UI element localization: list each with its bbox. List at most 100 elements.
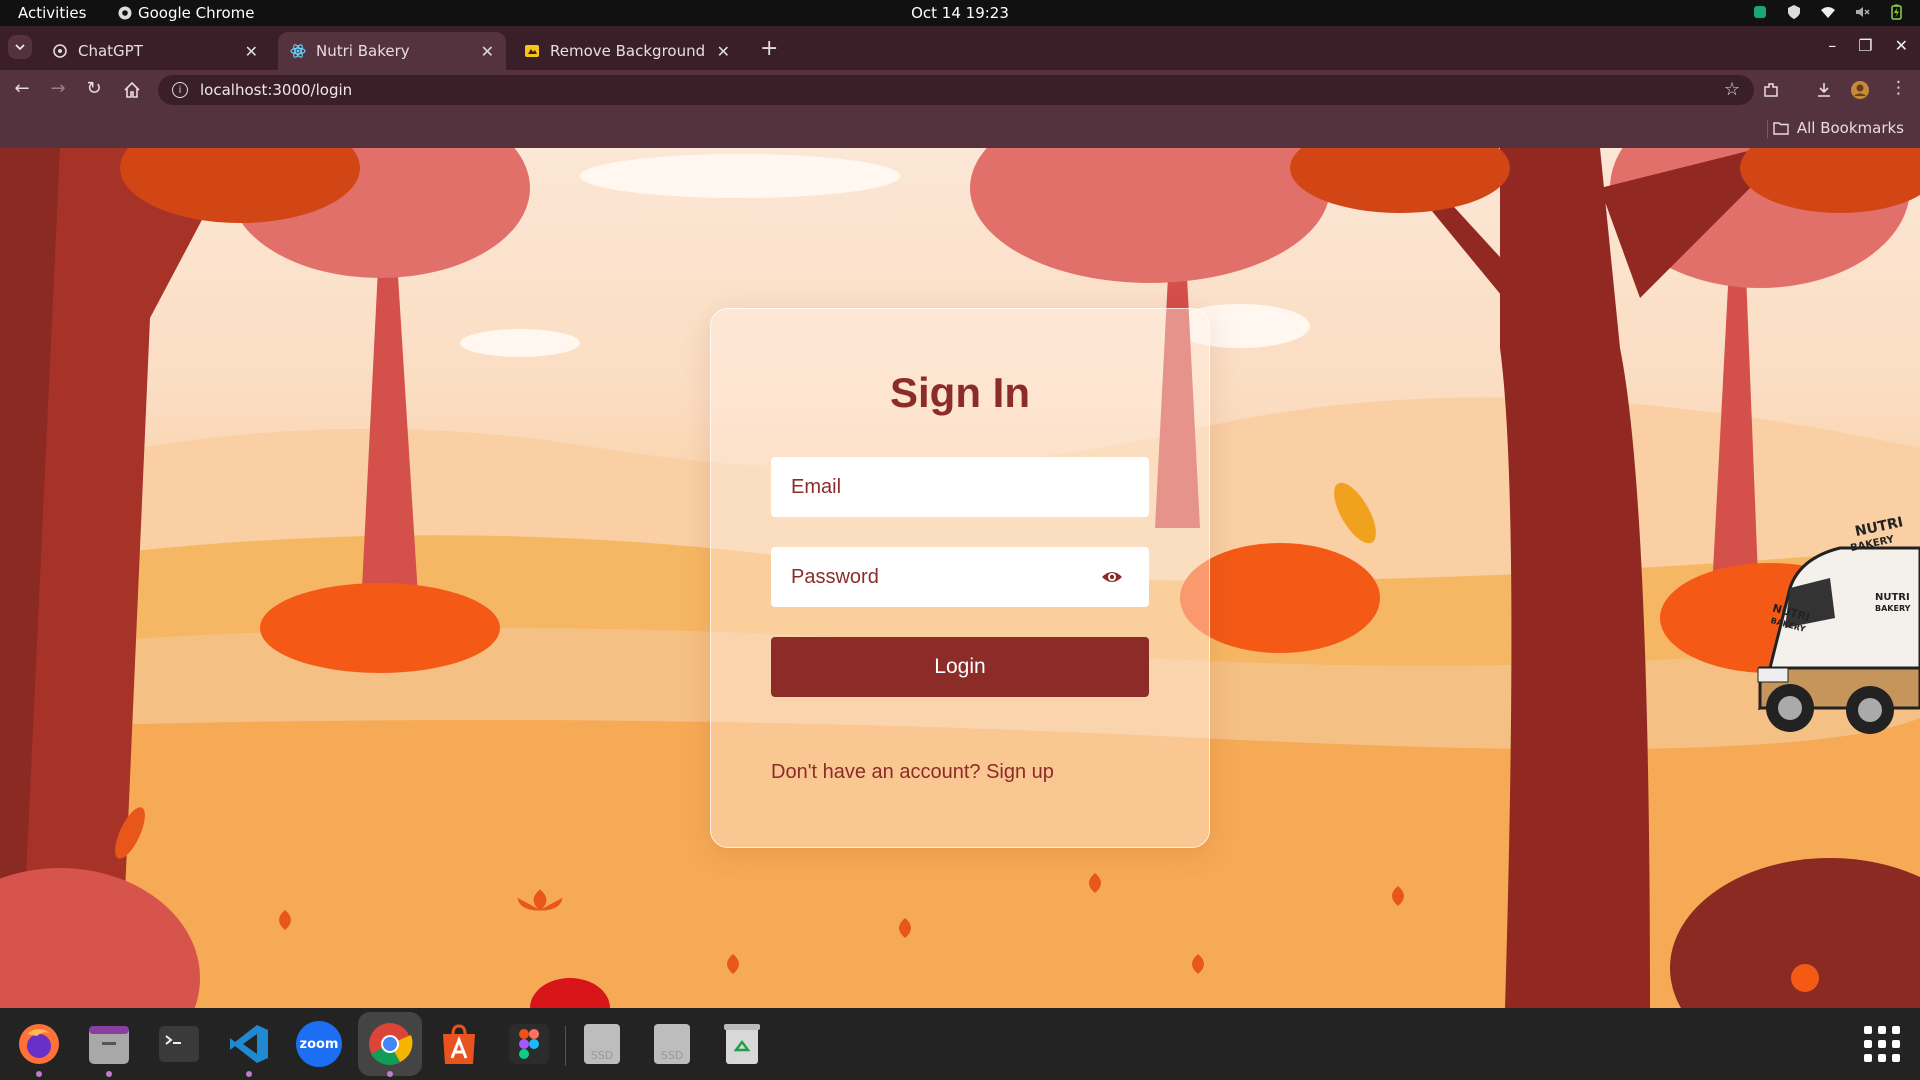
address-bar[interactable]: i localhost:3000/login ☆ <box>158 75 1754 105</box>
signup-link[interactable]: Sign up <box>986 761 1054 783</box>
password-field[interactable] <box>771 547 1149 607</box>
dock-app-center[interactable] <box>435 1020 483 1068</box>
profile-avatar[interactable] <box>1850 80 1870 100</box>
terminal-icon <box>159 1026 199 1062</box>
battery-charging-icon[interactable] <box>1888 4 1904 20</box>
tree-canopy <box>970 148 1330 283</box>
signup-prompt-text: Don't have an account? <box>771 761 987 783</box>
app-name-label: Google Chrome <box>138 4 255 22</box>
close-window-icon[interactable]: ✕ <box>1895 36 1908 55</box>
bookmark-star-icon[interactable]: ☆ <box>1724 79 1740 100</box>
figma-icon <box>509 1024 549 1064</box>
app-menu[interactable]: Google Chrome <box>118 4 255 22</box>
url-text[interactable]: localhost:3000/login <box>200 81 352 99</box>
van-brand-text-rear: NUTRI <box>1875 592 1910 603</box>
sign-in-card: Sign In Login Don't have an account? Sig… <box>710 308 1210 848</box>
dock-zoom[interactable]: zoom <box>295 1020 343 1068</box>
extensions-icon[interactable] <box>1762 81 1780 99</box>
tab-nutri-bakery[interactable]: Nutri Bakery ✕ <box>278 32 506 70</box>
download-icon[interactable] <box>1815 81 1833 99</box>
email-field[interactable] <box>771 457 1149 517</box>
new-tab-button[interactable]: + <box>760 36 778 61</box>
restore-icon[interactable]: ❐ <box>1858 36 1872 55</box>
dock-trash[interactable] <box>718 1020 766 1068</box>
dock-firefox[interactable] <box>15 1020 63 1077</box>
shield-icon[interactable] <box>1786 4 1802 20</box>
forward-icon[interactable]: → <box>46 78 70 99</box>
bookmarks-bar: All Bookmarks <box>0 110 1920 148</box>
chrome-menu-icon[interactable]: ⋮ <box>1890 78 1907 98</box>
all-bookmarks-button[interactable]: All Bookmarks <box>1773 119 1904 137</box>
flower <box>1791 964 1819 992</box>
zoom-label: zoom <box>299 1036 339 1052</box>
chrome-small-icon <box>118 6 132 20</box>
remove-bg-icon <box>525 45 539 57</box>
bush <box>1180 543 1380 653</box>
tab-remove-background[interactable]: Remove Background fro ✕ <box>512 32 742 70</box>
chrome-icon <box>369 1023 413 1065</box>
dock-figma[interactable] <box>505 1020 553 1068</box>
close-tab-icon[interactable]: ✕ <box>717 42 730 61</box>
dock: zoom SSD SSD <box>0 1008 1920 1080</box>
ssd-label: SSD <box>590 1049 614 1062</box>
dock-ssd-drive[interactable]: SSD <box>648 1020 696 1068</box>
show-apps-grid-icon[interactable] <box>1864 1026 1900 1062</box>
reload-icon[interactable]: ↻ <box>82 78 106 99</box>
app-center-icon <box>443 1024 475 1064</box>
trash-icon <box>724 1024 760 1064</box>
running-indicator <box>387 1071 393 1077</box>
password-input[interactable] <box>791 565 1091 589</box>
dock-files[interactable] <box>85 1020 133 1077</box>
bush <box>260 583 500 673</box>
browser-toolbar: ← → ↻ i localhost:3000/login ☆ ⋮ <box>0 70 1920 110</box>
home-icon[interactable] <box>120 81 144 99</box>
dock-terminal[interactable] <box>155 1020 203 1068</box>
tree-trunk-right <box>1500 148 1650 1008</box>
vscode-icon <box>230 1025 268 1063</box>
tab-title: ChatGPT <box>78 42 143 60</box>
login-button[interactable]: Login <box>771 637 1149 697</box>
activities-button[interactable]: Activities <box>18 4 86 22</box>
volume-muted-icon[interactable] <box>1854 4 1870 20</box>
site-info-icon[interactable]: i <box>172 82 188 98</box>
close-tab-icon[interactable]: ✕ <box>245 42 258 61</box>
bookmarks-separator <box>1767 120 1768 138</box>
all-bookmarks-label: All Bookmarks <box>1796 119 1904 137</box>
show-password-eye-icon[interactable] <box>1101 567 1123 587</box>
system-top-bar: Activities Google Chrome Oct 14 19:23 <box>0 0 1920 26</box>
sign-in-title: Sign In <box>890 369 1030 416</box>
close-tab-icon[interactable]: ✕ <box>481 42 494 61</box>
folder-icon <box>1773 122 1789 135</box>
tab-title: Nutri Bakery <box>316 42 410 60</box>
openai-icon <box>53 44 67 58</box>
tab-strip: ChatGPT ✕ Nutri Bakery ✕ Remove Backgrou… <box>0 26 1920 70</box>
van-brand-text-rear: BAKERY <box>1875 604 1911 613</box>
dock-vscode[interactable] <box>225 1020 273 1077</box>
wifi-icon[interactable] <box>1820 4 1836 20</box>
running-indicator <box>246 1071 252 1077</box>
email-input[interactable] <box>791 475 1091 499</box>
files-icon <box>89 1026 129 1064</box>
tab-title: Remove Background fro <box>550 42 709 60</box>
window-controls: – ❐ ✕ <box>1828 36 1908 55</box>
running-indicator <box>36 1071 42 1077</box>
tree-trunk <box>360 228 420 628</box>
dock-ssd-drive[interactable]: SSD <box>578 1020 626 1068</box>
dock-chrome[interactable] <box>358 1012 422 1077</box>
cloud <box>580 154 900 198</box>
chevron-down-icon <box>15 44 25 50</box>
dock-separator <box>565 1026 566 1066</box>
system-tray[interactable] <box>1752 4 1904 20</box>
cloud <box>460 329 580 357</box>
clock[interactable]: Oct 14 19:23 <box>911 4 1009 22</box>
minimize-icon[interactable]: – <box>1828 36 1836 55</box>
firefox-icon <box>19 1024 59 1064</box>
signup-prompt: Don't have an account? Sign up <box>771 761 1054 784</box>
react-icon <box>290 44 306 58</box>
login-page: NUTRI BAKERY NUTRI BAKERY NUTRI BAKERY S… <box>0 148 1920 1008</box>
back-icon[interactable]: ← <box>10 78 34 99</box>
tab-chatgpt[interactable]: ChatGPT ✕ <box>40 32 270 70</box>
tab-search-button[interactable] <box>8 35 32 59</box>
dashlane-icon[interactable] <box>1752 4 1768 20</box>
ssd-label: SSD <box>660 1049 684 1062</box>
